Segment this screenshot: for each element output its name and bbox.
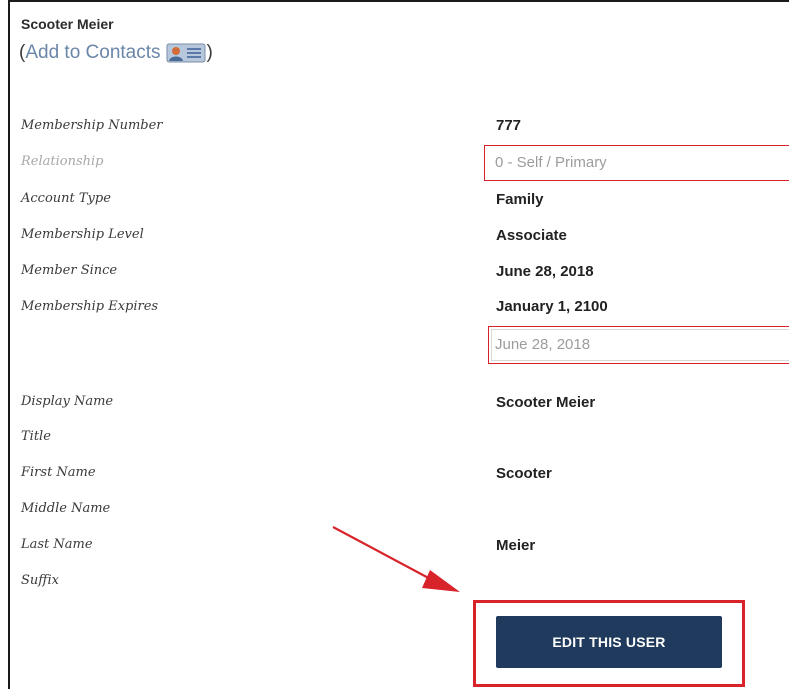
- edit-user-button[interactable]: EDIT THIS USER: [496, 616, 722, 668]
- annotation-arrow-icon: [332, 526, 460, 592]
